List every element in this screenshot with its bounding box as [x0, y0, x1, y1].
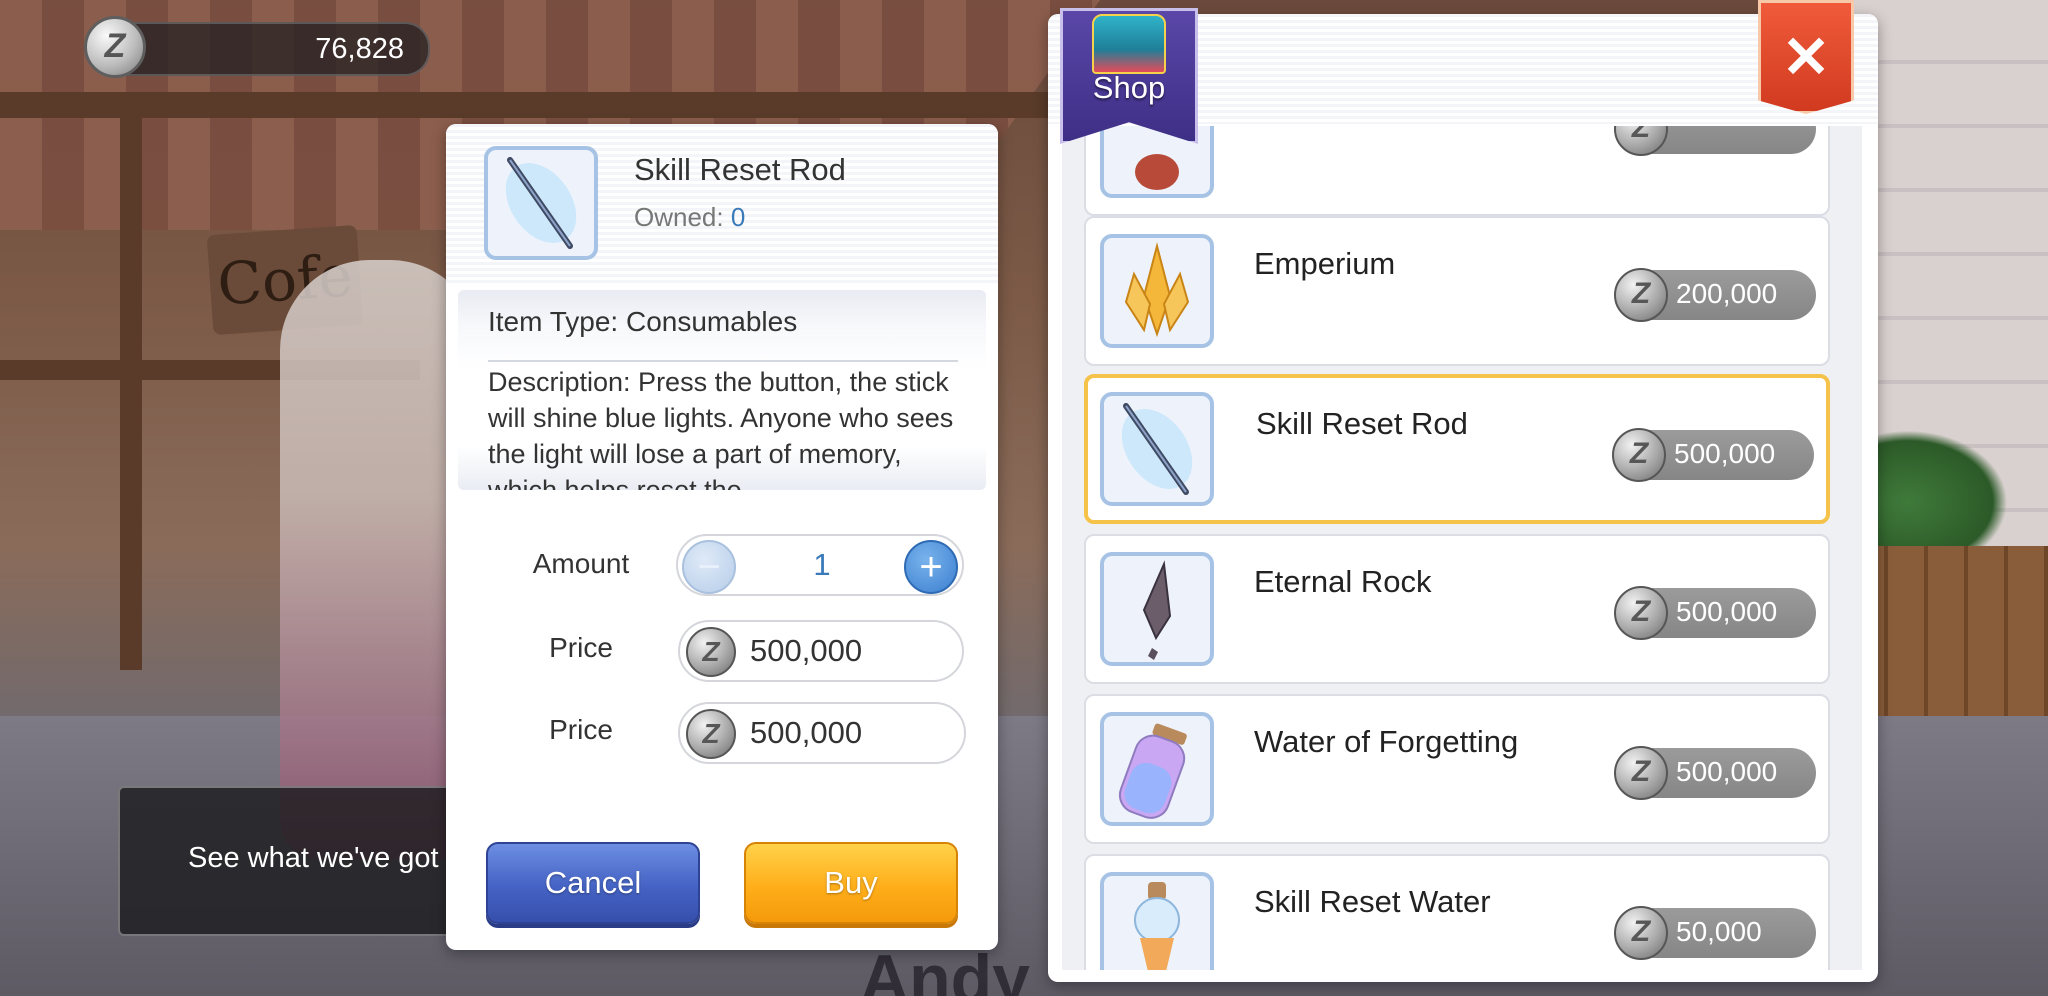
divider [488, 360, 958, 362]
owned-count-label: Owned: 0 [634, 202, 745, 233]
owned-count: 0 [730, 202, 746, 232]
cancel-button[interactable]: Cancel [486, 842, 700, 924]
shop-item-water-of-forgetting[interactable]: Water of Forgetting Z 500,000 [1084, 694, 1830, 844]
shop-panel: Z Emperium Z 200,000 Skill Reset Rod Z 5… [1048, 14, 1878, 982]
item-name: Skill Reset Rod [634, 152, 846, 187]
treasure-chest-icon [1092, 14, 1166, 74]
wooden-fence [1848, 546, 2048, 726]
zeny-coin-icon: Z [84, 16, 146, 78]
amount-label: Amount [532, 548, 630, 579]
shop-item-name: Skill Reset Water [1254, 884, 1491, 919]
decrease-quantity-button[interactable]: − [682, 540, 736, 594]
price-tag: Z 200,000 [1614, 268, 1816, 322]
zeny-coin-icon: Z [1614, 268, 1668, 322]
price-tag: Z 50,000 [1614, 906, 1816, 960]
total-price-field: Z 500,000 [678, 702, 966, 764]
shop-item-name: Eternal Rock [1254, 564, 1432, 599]
close-button[interactable]: ✕ [1758, 0, 1854, 114]
price-tag: Z 500,000 [1614, 586, 1816, 640]
quantity-value: 1 [813, 547, 831, 582]
total-price-value: 500,000 [750, 715, 863, 750]
shop-item-eternal-rock[interactable]: Eternal Rock Z 500,000 [1084, 534, 1830, 684]
rock-icon [1100, 552, 1214, 666]
zeny-coin-icon: Z [1614, 746, 1668, 800]
price-value: 50,000 [1676, 916, 1762, 947]
price-value: 500,000 [1674, 438, 1776, 469]
unit-price-field: Z 500,000 [678, 620, 964, 682]
shop-item-list[interactable]: Z Emperium Z 200,000 Skill Reset Rod Z 5… [1062, 126, 1862, 970]
shop-item-name: Emperium [1254, 246, 1396, 281]
npc-dialogue-text: See what we've got [188, 842, 439, 874]
zeny-coin-icon: Z [1614, 906, 1668, 960]
unit-price-value: 500,000 [750, 633, 863, 668]
shop-item-name: Skill Reset Rod [1256, 406, 1468, 441]
zeny-coin-icon: Z [686, 709, 736, 759]
skill-reset-rod-icon [484, 146, 598, 260]
purchase-dialog: Skill Reset Rod Owned: 0 Item Type: Cons… [446, 124, 998, 950]
emperium-icon [1100, 234, 1214, 348]
price-tag: Z [1614, 126, 1816, 156]
price-value: 500,000 [1676, 756, 1778, 787]
rod-icon [1100, 392, 1214, 506]
shop-item-skill-reset-water[interactable]: Skill Reset Water Z 50,000 [1084, 854, 1830, 970]
flask-icon [1100, 872, 1214, 970]
zeny-amount: 76,828 [315, 33, 404, 65]
item-type: Item Type: Consumables [488, 306, 798, 337]
shop-item-name: Water of Forgetting [1254, 724, 1519, 759]
price-tag: Z 500,000 [1612, 428, 1814, 482]
zeny-coin-icon: Z [1614, 126, 1668, 156]
zeny-coin-icon: Z [1612, 428, 1666, 482]
shop-title: Shop [1092, 70, 1166, 105]
item-description: Description: Press the button, the stick… [488, 367, 954, 490]
increase-quantity-button[interactable]: + [904, 540, 958, 594]
shop-item-skill-reset-rod[interactable]: Skill Reset Rod Z 500,000 [1084, 374, 1830, 524]
unit-price-label: Price [549, 632, 613, 663]
wooden-beam [0, 92, 1050, 118]
buy-button[interactable]: Buy [744, 842, 958, 924]
zeny-coin-icon: Z [1614, 586, 1668, 640]
owned-label: Owned: [634, 202, 724, 232]
price-value: 200,000 [1676, 278, 1778, 309]
total-price-label: Price [549, 714, 613, 745]
quantity-stepper: − 1 + [676, 534, 964, 596]
price-tag: Z 500,000 [1614, 746, 1816, 800]
shop-title-badge: Shop [1060, 8, 1198, 144]
zeny-coin-icon: Z [686, 627, 736, 677]
wooden-post [120, 110, 142, 670]
bottle-icon [1100, 712, 1214, 826]
shop-item-emperium[interactable]: Emperium Z 200,000 [1084, 216, 1830, 366]
price-value: 500,000 [1676, 596, 1778, 627]
item-description-box[interactable]: Item Type: Consumables Description: Pres… [458, 290, 986, 490]
